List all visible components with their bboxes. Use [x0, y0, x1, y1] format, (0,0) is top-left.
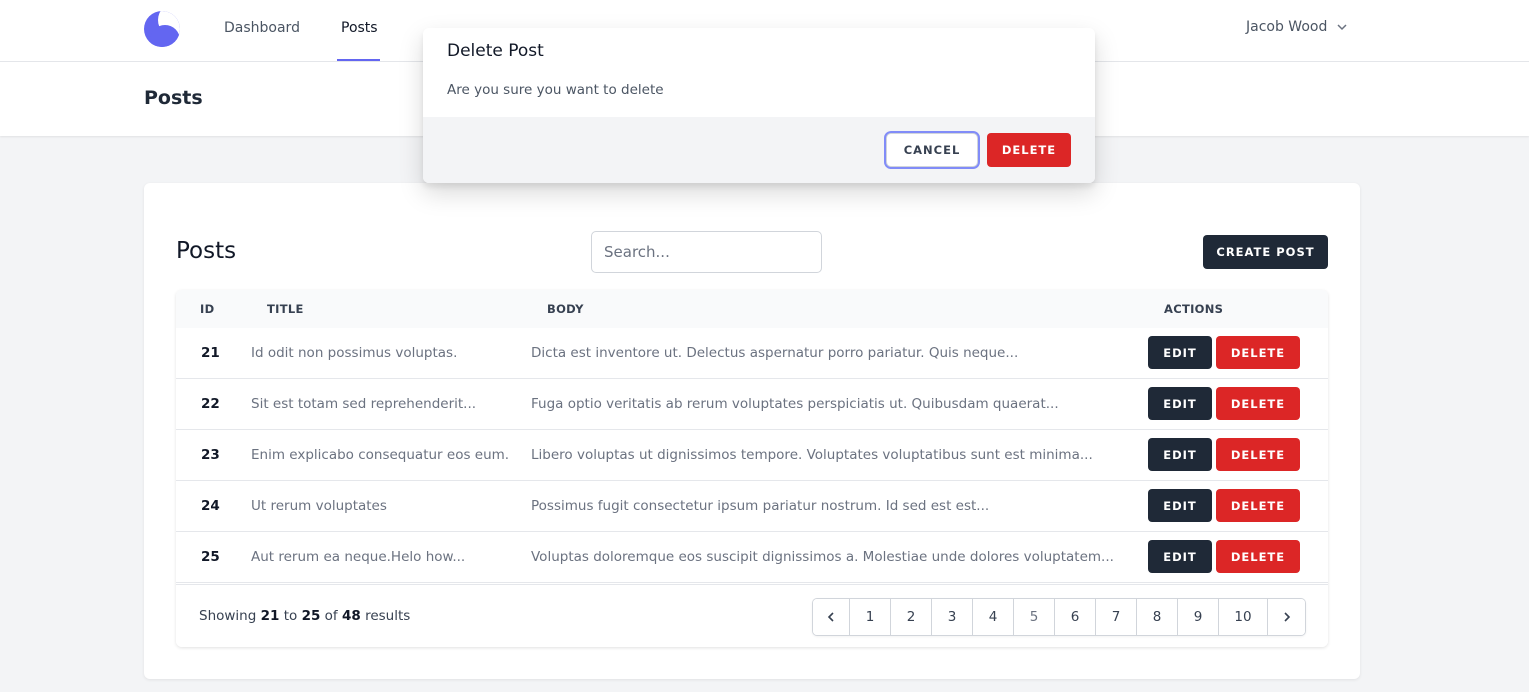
results-summary: Showing 21 to 25 of 48 results — [199, 608, 410, 624]
page-button-7[interactable]: 7 — [1096, 599, 1137, 635]
delete-button[interactable]: DELETE — [1216, 387, 1300, 420]
table-row: 22 Sit est totam sed reprehenderit... Fu… — [176, 379, 1328, 430]
previous-page-button[interactable] — [813, 599, 850, 635]
of-label: of — [324, 608, 338, 624]
results-total: 48 — [341, 608, 361, 624]
edit-button[interactable]: EDIT — [1148, 438, 1212, 471]
pagination: 1 2 3 4 5 6 7 8 9 10 — [812, 598, 1306, 636]
row-body: Dicta est inventore ut. Delectus asperna… — [531, 345, 1019, 361]
page-button-2[interactable]: 2 — [891, 599, 932, 635]
create-post-button[interactable]: CREATE POST — [1203, 235, 1328, 269]
chevron-left-icon — [827, 612, 834, 622]
row-title: Enim explicabo consequatur eos eum. — [251, 447, 510, 463]
row-title: Id odit non possimus voluptas. — [251, 345, 458, 361]
search-input[interactable] — [591, 231, 822, 273]
card-title: Posts — [176, 238, 237, 264]
page-button-6[interactable]: 6 — [1055, 599, 1096, 635]
delete-post-modal: Delete Post Are you sure you want to del… — [423, 28, 1095, 183]
page-button-1[interactable]: 1 — [850, 599, 891, 635]
column-header-id: ID — [200, 302, 215, 316]
row-body: Fuga optio veritatis ab rerum voluptates… — [531, 396, 1059, 412]
row-id: 21 — [201, 345, 220, 361]
chevron-down-icon — [1337, 24, 1347, 31]
row-body: Libero voluptas ut dignissimos tempore. … — [531, 447, 1093, 463]
delete-button[interactable]: DELETE — [1216, 336, 1300, 369]
user-name: Jacob Wood — [1246, 19, 1328, 35]
row-title: Sit est totam sed reprehenderit... — [251, 396, 477, 412]
table-footer: Showing 21 to 25 of 48 results 1 2 3 4 5… — [176, 584, 1328, 647]
chevron-right-icon — [1283, 612, 1290, 622]
results-from: 21 — [260, 608, 280, 624]
cancel-button[interactable]: CANCEL — [886, 133, 978, 167]
column-header-title: TITLE — [267, 302, 304, 316]
table-header: ID TITLE BODY ACTIONS — [176, 290, 1328, 328]
page-title: Posts — [144, 87, 203, 109]
table-row: 23 Enim explicabo consequatur eos eum. L… — [176, 430, 1328, 481]
to-label: to — [283, 608, 298, 624]
row-id: 25 — [201, 549, 220, 565]
modal-footer: CANCEL DELETE — [423, 117, 1095, 183]
edit-button[interactable]: EDIT — [1148, 489, 1212, 522]
posts-table: ID TITLE BODY ACTIONS 21 Id odit non pos… — [176, 290, 1328, 647]
page-button-4[interactable]: 4 — [973, 599, 1014, 635]
row-body: Possimus fugit consectetur ipsum pariatu… — [531, 498, 990, 514]
user-menu[interactable]: Jacob Wood — [1246, 19, 1349, 35]
modal-title: Delete Post — [447, 41, 544, 61]
edit-button[interactable]: EDIT — [1148, 387, 1212, 420]
results-to: 25 — [301, 608, 321, 624]
edit-button[interactable]: EDIT — [1148, 540, 1212, 573]
row-id: 23 — [201, 447, 220, 463]
delete-button[interactable]: DELETE — [1216, 540, 1300, 573]
page-button-10[interactable]: 10 — [1219, 599, 1268, 635]
modal-message: Are you sure you want to delete — [447, 82, 664, 98]
table-row: 24 Ut rerum voluptates Possimus fugit co… — [176, 481, 1328, 532]
nav-link-dashboard[interactable]: Dashboard — [224, 20, 300, 36]
posts-card: Posts CREATE POST ID TITLE BODY ACTIONS … — [144, 183, 1360, 679]
logo-icon[interactable] — [144, 11, 180, 47]
row-body: Voluptas doloremque eos suscipit digniss… — [531, 549, 1114, 565]
column-header-actions: ACTIONS — [1164, 302, 1224, 316]
table-row: 21 Id odit non possimus voluptas. Dicta … — [176, 328, 1328, 379]
row-id: 24 — [201, 498, 220, 514]
showing-label: Showing — [199, 608, 257, 624]
nav-link-posts[interactable]: Posts — [341, 20, 378, 36]
table-row: 25 Aut rerum ea neque.Helo how... Volupt… — [176, 532, 1328, 583]
delete-button[interactable]: DELETE — [1216, 489, 1300, 522]
confirm-delete-button[interactable]: DELETE — [987, 133, 1071, 167]
row-title: Ut rerum voluptates — [251, 498, 387, 514]
edit-button[interactable]: EDIT — [1148, 336, 1212, 369]
results-label: results — [365, 608, 411, 624]
page-button-3[interactable]: 3 — [932, 599, 973, 635]
page-button-8[interactable]: 8 — [1137, 599, 1178, 635]
page-button-5[interactable]: 5 — [1014, 599, 1055, 635]
row-id: 22 — [201, 396, 220, 412]
page-button-9[interactable]: 9 — [1178, 599, 1219, 635]
row-title: Aut rerum ea neque.Helo how... — [251, 549, 466, 565]
active-nav-indicator — [337, 59, 380, 61]
delete-button[interactable]: DELETE — [1216, 438, 1300, 471]
column-header-body: BODY — [547, 302, 584, 316]
next-page-button[interactable] — [1268, 599, 1305, 635]
